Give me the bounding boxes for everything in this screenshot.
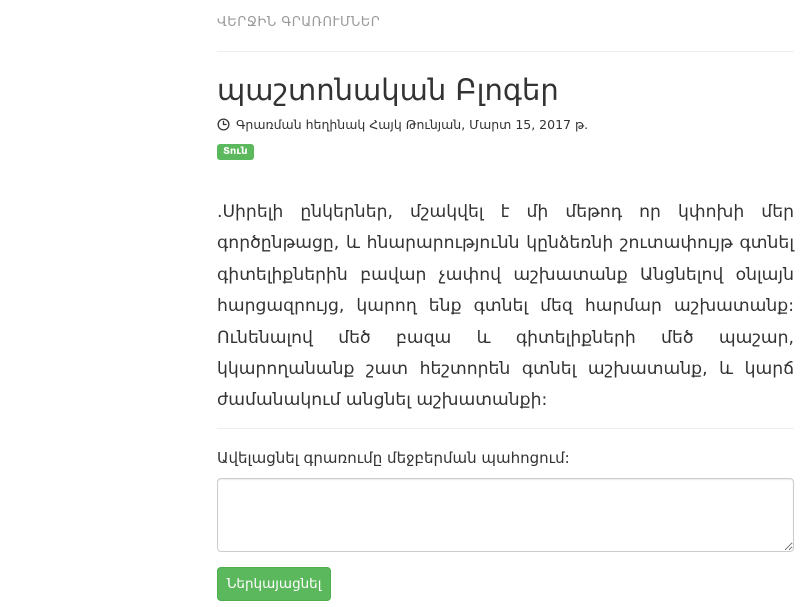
section-header: ՎԵՐՋԻՆ ԳՐԱՌՈՒՄՆԵՐ	[217, 15, 381, 30]
post-meta-text: Գրառման հեղինակ Հայկ Թունյան, Մարտ 15, 2…	[236, 117, 589, 132]
comment-label: Ավելացնել գրառումը մեջբերման պահոցում:	[217, 449, 570, 467]
post-meta: Գրառման հեղինակ Հայկ Թունյան, Մարտ 15, 2…	[217, 117, 588, 132]
clock-icon	[217, 118, 230, 131]
submit-button[interactable]: Ներկայացնել	[217, 567, 331, 601]
comment-textarea[interactable]	[217, 478, 794, 552]
divider-top	[217, 51, 794, 52]
post-title: պաշտոնական Բլոգեր	[217, 73, 559, 107]
category-badge[interactable]: Տուն	[217, 144, 254, 160]
post-body: .Սիրելի ընկերներ, մշակվել է մի մեթոդ որ …	[217, 202, 794, 411]
divider-bottom	[217, 428, 794, 429]
